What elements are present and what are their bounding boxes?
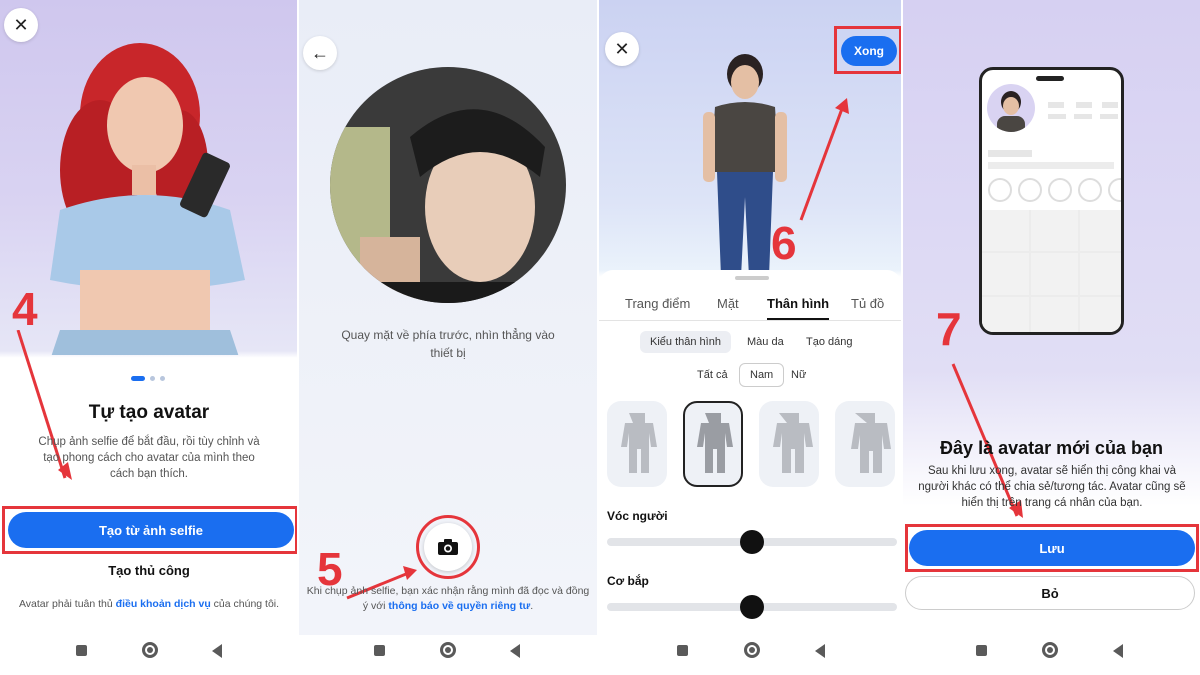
back-button[interactable] (212, 644, 222, 658)
tab-face[interactable]: Mặt (717, 296, 739, 311)
shutter-button[interactable] (424, 523, 472, 571)
subtab-skin-color[interactable]: Màu da (737, 331, 794, 353)
recents-button[interactable] (976, 645, 987, 656)
recents-button[interactable] (677, 645, 688, 656)
system-nav-bar (299, 635, 597, 675)
instruction-text: Quay mặt về phía trước, nhìn thẳng vào t… (341, 328, 555, 360)
sheet-handle[interactable] (735, 276, 769, 280)
phone-mockup (979, 67, 1124, 335)
panel-create-avatar: ✕ 4 Tự tạo avatar Chụp ảnh selfie để bắt… (0, 0, 298, 675)
tab-body[interactable]: Thân hình (767, 296, 829, 311)
step-number: 7 (936, 303, 962, 355)
back-button[interactable] (815, 644, 825, 658)
muscle-slider-knob[interactable] (740, 595, 764, 619)
body-shape-option[interactable] (835, 401, 895, 487)
home-button[interactable] (142, 642, 158, 658)
tab-divider (599, 320, 901, 321)
privacy-link[interactable]: thông báo về quyền riêng tư (388, 600, 530, 612)
home-button[interactable] (744, 642, 760, 658)
highlight-box (905, 524, 1199, 572)
back-button[interactable] (510, 644, 520, 658)
page-title: Đây là avatar mới của bạn (940, 438, 1163, 458)
camera-preview (330, 67, 566, 303)
avatar (987, 84, 1035, 132)
home-button[interactable] (440, 642, 456, 658)
terms-link[interactable]: điều khoản dịch vụ (116, 598, 211, 610)
system-nav-bar (903, 635, 1200, 675)
terms-text: Avatar phải tuân thủ điều khoản dịch vụ … (0, 598, 298, 610)
recents-button[interactable] (374, 645, 385, 656)
avatar-illustration (50, 43, 245, 355)
pager-dots (131, 376, 165, 381)
consent-text: Khi chụp ảnh selfie, bạn xác nhận rằng m… (303, 584, 593, 614)
subtab-pose[interactable]: Tạo dáng (796, 331, 862, 353)
camera-icon (438, 539, 458, 555)
highlight-box (834, 26, 901, 74)
tab-makeup[interactable]: Trang điểm (625, 296, 690, 311)
terms-suffix: của chúng tôi. (210, 598, 280, 610)
create-manually-button[interactable]: Tạo thủ công (0, 563, 298, 578)
tab-wardrobe[interactable]: Tủ đồ (851, 296, 884, 311)
slider-label-build: Vóc người (607, 509, 668, 523)
step-number: 6 (771, 217, 797, 269)
arrow-annotation (799, 98, 849, 221)
terms-prefix: Avatar phải tuân thủ (18, 598, 116, 610)
filter-all[interactable]: Tất cả (687, 364, 738, 386)
description: Chụp ảnh selfie để bắt đầu, rồi tùy chỉn… (38, 436, 260, 480)
system-nav-bar (599, 635, 901, 675)
recents-button[interactable] (76, 645, 87, 656)
filter-male[interactable]: Nam (739, 363, 785, 387)
body-shape-option-selected[interactable] (683, 401, 743, 487)
description: Sau khi lưu xong, avatar sẽ hiển thị côn… (918, 465, 1186, 509)
subtab-body-shape[interactable]: Kiểu thân hình (640, 331, 731, 353)
panel-selfie-capture: ← Quay mặt về phía trước, nhìn thẳng vào… (299, 0, 597, 675)
step-number: 4 (12, 283, 38, 335)
panel-avatar-ready: 7 Đây là avatar mới của bạn Sau khi lưu … (903, 0, 1200, 675)
system-nav-bar (0, 635, 298, 675)
body-shape-option[interactable] (759, 401, 819, 487)
close-icon[interactable]: ✕ (605, 32, 639, 66)
back-button[interactable] (1113, 644, 1123, 658)
panel-body-editor: ✕ Xong 6 Trang điểm Mặt Thân hình Tủ đồ … (599, 0, 901, 675)
consent-suffix: . (530, 600, 534, 612)
filter-female[interactable]: Nữ (781, 364, 816, 386)
build-slider-knob[interactable] (740, 530, 764, 554)
slider-label-muscle: Cơ bắp (607, 574, 649, 588)
skip-button[interactable]: Bỏ (905, 576, 1195, 610)
highlight-box (2, 506, 298, 554)
arrow-left-icon[interactable]: ← (303, 36, 337, 70)
page-title: Tự tạo avatar (88, 402, 210, 423)
body-shape-option[interactable] (607, 401, 667, 487)
home-button[interactable] (1042, 642, 1058, 658)
